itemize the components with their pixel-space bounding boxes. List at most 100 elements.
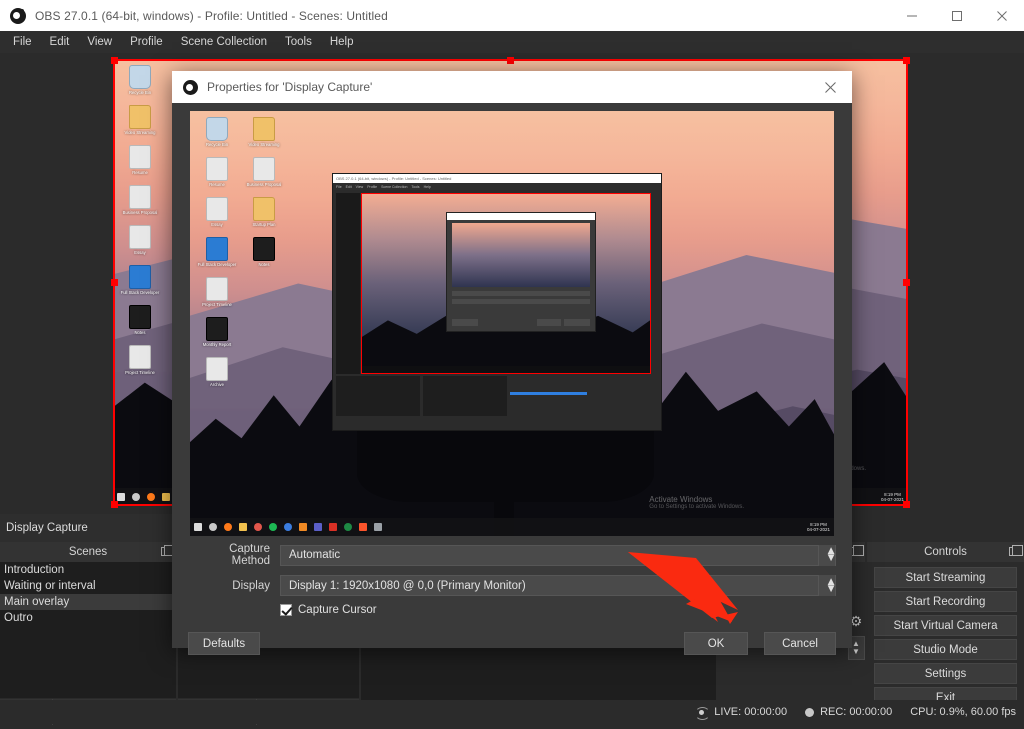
desktop-icon[interactable]: Project Timeline (118, 345, 162, 375)
scene-list-item[interactable]: Waiting or interval (0, 578, 176, 594)
window-controls (889, 0, 1024, 31)
capture-cursor-checkbox[interactable] (280, 604, 292, 616)
cpu-status: CPU: 0.9%, 60.00 fps (910, 706, 1016, 718)
close-icon[interactable] (979, 0, 1024, 31)
ok-button[interactable]: OK (684, 632, 748, 655)
firefox-icon (147, 493, 155, 501)
desktop-icon: Business Proposal (242, 157, 286, 187)
start-streaming-button[interactable]: Start Streaming (874, 567, 1017, 588)
system-tray: 8:19 PM04-07-2021 (807, 522, 830, 532)
start-icon (117, 493, 125, 501)
desktop-icon: Full Stack Developer (195, 237, 239, 267)
capture-cursor-label: Capture Cursor (298, 604, 377, 616)
capture-method-value: Automatic (281, 549, 340, 561)
dialog-desktop-icons-col2: Video Streaming Business Proposal Startu… (242, 117, 332, 277)
start-icon (194, 523, 202, 531)
menu-file[interactable]: File (4, 31, 41, 53)
desktop-icon[interactable]: Essay (118, 225, 162, 255)
statusbar: LIVE: 00:00:00 REC: 00:00:00 CPU: 0.9%, … (0, 700, 1024, 724)
capture-method-label: Capture Method (188, 543, 270, 567)
live-label: LIVE: 00:00:00 (714, 706, 787, 718)
minimize-icon[interactable] (889, 0, 934, 31)
desktop-icon: Monthly Report (195, 317, 239, 347)
system-tray: 8:19 PM04-07-2021 (881, 492, 904, 502)
pdf-icon (329, 523, 337, 531)
scene-list-item[interactable]: Introduction (0, 562, 176, 578)
desktop-icon[interactable]: Business Proposal (118, 185, 162, 215)
spotify-icon (269, 523, 277, 531)
scene-list-item-selected[interactable]: Main overlay (0, 594, 176, 610)
obs-logo-icon (10, 8, 26, 24)
scene-list-item[interactable]: Outro (0, 610, 176, 626)
dialog-captured-taskbar: 8:19 PM04-07-2021 (190, 518, 834, 536)
dialog-activation-watermark: Activate Windows Go to Settings to activ… (649, 495, 744, 510)
teams-icon (314, 523, 322, 531)
menu-edit[interactable]: Edit (41, 31, 79, 53)
settings-button[interactable]: Settings (874, 663, 1017, 684)
capture-cursor-row[interactable]: Capture Cursor (280, 604, 836, 616)
menu-profile[interactable]: Profile (121, 31, 172, 53)
menu-scene-collection[interactable]: Scene Collection (172, 31, 276, 53)
dialog-form: Capture Method Automatic ▲▼ Display Disp… (172, 543, 852, 616)
display-row: Display Display 1: 1920x1080 @ 0,0 (Prim… (188, 575, 836, 596)
live-status: LIVE: 00:00:00 (695, 706, 787, 718)
dialog-nested-obs-window: OBS 27.0.1 (64-bit, windows) - Profile: … (332, 173, 662, 431)
controls-dock-title: Controls (867, 542, 1024, 562)
record-dot-icon (805, 708, 814, 717)
desktop-icon: Essay (195, 197, 239, 227)
broadcast-icon (695, 707, 708, 718)
excel-icon (344, 523, 352, 531)
explorer-icon (239, 523, 247, 531)
start-virtual-camera-button[interactable]: Start Virtual Camera (874, 615, 1017, 636)
rec-status: REC: 00:00:00 (805, 706, 892, 718)
brave-icon (359, 523, 367, 531)
spinner-updown-icon[interactable]: ▲▼ (818, 575, 835, 596)
desktop-icon[interactable]: Full Stack Developer (118, 265, 162, 295)
desktop-icon[interactable]: Recycle Bin (118, 65, 162, 95)
obs-icon (254, 523, 262, 531)
rec-label: REC: 00:00:00 (820, 706, 892, 718)
desktop-icon[interactable]: Video Streaming (118, 105, 162, 135)
desktop-icon: Resume (195, 157, 239, 187)
desktop-icon: Project Timeline (195, 277, 239, 307)
selected-source-label: Display Capture (0, 514, 176, 542)
spinner-updown-icon[interactable]: ▲▼ (818, 545, 835, 566)
scenes-dock-title: Scenes (0, 542, 176, 562)
capture-method-row: Capture Method Automatic ▲▼ (188, 543, 836, 567)
popout-icon[interactable] (1009, 547, 1018, 556)
menu-view[interactable]: View (78, 31, 121, 53)
controls-title-label: Controls (924, 546, 967, 558)
cpu-label: CPU: 0.9%, 60.00 fps (910, 706, 1016, 718)
desktop-icon[interactable]: Notes (118, 305, 162, 335)
display-select[interactable]: Display 1: 1920x1080 @ 0,0 (Primary Moni… (280, 575, 836, 596)
scenes-dock: Scenes Introduction Waiting or interval … (0, 542, 176, 724)
obs-logo-icon (183, 80, 198, 95)
desktop-icon: Video Streaming (242, 117, 286, 147)
studio-mode-button[interactable]: Studio Mode (874, 639, 1017, 660)
cancel-button[interactable]: Cancel (764, 632, 836, 655)
menu-help[interactable]: Help (321, 31, 363, 53)
menubar: File Edit View Profile Scene Collection … (0, 31, 1024, 53)
defaults-button[interactable]: Defaults (188, 632, 260, 655)
maximize-icon[interactable] (934, 0, 979, 31)
close-icon[interactable] (808, 71, 852, 103)
scenes-list[interactable]: Introduction Waiting or interval Main ov… (0, 562, 176, 698)
popout-icon[interactable] (161, 547, 170, 556)
desktop-icon: Archive (195, 357, 239, 387)
display-label: Display (188, 580, 270, 592)
capture-method-select[interactable]: Automatic ▲▼ (280, 545, 836, 566)
properties-dialog: Properties for 'Display Capture' Recycle… (172, 71, 852, 648)
search-icon (209, 523, 217, 531)
desktop-icon: Recycle Bin (195, 117, 239, 147)
explorer-icon (162, 493, 170, 501)
dialog-titlebar: Properties for 'Display Capture' (172, 71, 852, 103)
desktop-icon: Startup Plan (242, 197, 286, 227)
desktop-icon: Notes (242, 237, 286, 267)
dialog-preview: Recycle Bin Resume Essay Full Stack Deve… (190, 111, 834, 536)
dialog-title: Properties for 'Display Capture' (207, 80, 372, 94)
start-recording-button[interactable]: Start Recording (874, 591, 1017, 612)
menu-tools[interactable]: Tools (276, 31, 321, 53)
firefox-icon (224, 523, 232, 531)
desktop-icon[interactable]: Resume (118, 145, 162, 175)
obs-application-window: OBS 27.0.1 (64-bit, windows) - Profile: … (0, 0, 1024, 724)
